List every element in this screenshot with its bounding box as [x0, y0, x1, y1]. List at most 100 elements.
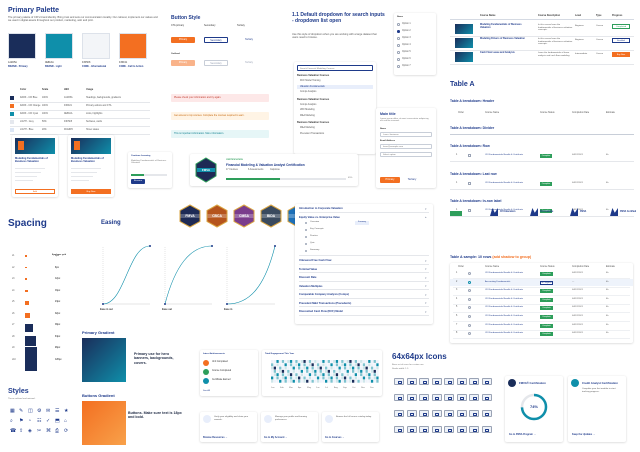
modal-primary-button[interactable]: Primary: [380, 177, 400, 183]
heatmap-cell: [289, 360, 293, 363]
cta-card-link[interactable]: Go to Courses →: [325, 436, 345, 439]
radio-button[interactable]: [397, 23, 400, 26]
table-a-course-name[interactable]: CFI Fundamentals Bundle & Certificate: [485, 182, 535, 185]
accordion-item[interactable]: Valuation Multiples: [299, 285, 323, 288]
accordion-item[interactable]: Comparable Company Analysis (Comps): [299, 293, 349, 296]
course-tile[interactable]: Modeling Fundamentals of Business Valuat…: [12, 135, 58, 197]
style-button-tertiary[interactable]: Tertiary: [237, 37, 261, 43]
dropdown-item[interactable]: Comps Analysis: [297, 103, 373, 108]
sample-course-name[interactable]: CFI Fundamentals Bundle & Certificate: [485, 332, 537, 335]
heatmap-cell: [362, 379, 366, 383]
course-status-badge[interactable]: Buy Now: [612, 52, 630, 57]
dropdown-search-placeholder: Search Financial Modeling Courses: [300, 67, 335, 70]
course-name[interactable]: Modeling Fundamentals of Business Valuat…: [480, 23, 532, 30]
accordion-item[interactable]: Discounted Cash Flow (DCF) Model: [299, 310, 343, 313]
course-name[interactable]: Cash Flow Lease and Analysis: [480, 51, 532, 55]
dropdown-item[interactable]: M&A Modeling: [297, 114, 373, 119]
accordion-sub-item[interactable]: Key Concepts: [310, 228, 324, 230]
accordion-sub-item[interactable]: Overview: [310, 221, 319, 223]
sample-course-name[interactable]: CFI Fundamentals Bundle & Certificate: [485, 315, 537, 318]
style-button-primary[interactable]: Primary: [171, 37, 195, 43]
course-status-badge[interactable]: Completed: [612, 24, 630, 29]
course-tile-button[interactable]: Buy Now: [71, 189, 111, 194]
course-status-badge[interactable]: Enrolled: [612, 38, 630, 43]
outline-icon-glyph: [460, 396, 464, 400]
accordion-item[interactable]: Unlevered Free Cash Flow: [299, 259, 331, 262]
dropdown-item[interactable]: Comps Analysis: [297, 90, 373, 95]
chevron-down-icon[interactable]: ▾: [425, 293, 427, 297]
chevron-down-icon[interactable]: ▾: [425, 259, 427, 263]
dropdown-search-input[interactable]: Search Financial Modeling Courses: [297, 65, 373, 71]
style-button-secondary[interactable]: Secondary: [204, 37, 228, 43]
accordion-item[interactable]: Introduction to Corporate Valuation: [299, 207, 343, 210]
table-a-course-name[interactable]: CFI Fundamentals Bundle & Certificate: [485, 154, 535, 157]
chevron-down-icon[interactable]: ▾: [425, 301, 427, 305]
certification-card[interactable]: Credit Analyst Certification Complete you…: [568, 376, 626, 442]
heatmap-cell: [325, 376, 328, 380]
cert-card[interactable]: FMVA CERTIFICATION Financial Modeling & …: [190, 154, 358, 186]
style-button-tertiary[interactable]: Tertiary: [237, 60, 261, 66]
style-button-primary[interactable]: Primary: [171, 60, 195, 66]
sample-course-name[interactable]: CFI Fundamentals Bundle & Certificate: [485, 306, 537, 309]
resume-button[interactable]: Resume: [131, 179, 145, 184]
certification-card[interactable]: FMVA® Certification 74% Go to FMVA Progra…: [505, 376, 563, 442]
course-tile[interactable]: Modeling Fundamentals of Business Valuat…: [68, 135, 114, 197]
sample-course-name[interactable]: CFI Fundamentals Bundle & Certificate: [485, 289, 537, 292]
radio-button[interactable]: [397, 65, 400, 68]
cta-card[interactable]: Browse the full course catalog today. Go …: [322, 412, 379, 442]
achievements-see-all[interactable]: See All: [203, 390, 210, 392]
heatmap-cell: [360, 376, 363, 380]
modal-secondary-button[interactable]: Tertiary: [402, 177, 422, 183]
dropdown-item[interactable]: Valuation Fundamentals: [297, 84, 373, 89]
accordion-sub-item[interactable]: Practice: [310, 235, 318, 237]
chevron-down-icon[interactable]: ▾: [425, 284, 427, 288]
dropdown-item[interactable]: M&A Modeling: [297, 126, 373, 131]
accordion-item[interactable]: Terminal Value: [299, 268, 317, 271]
email-field[interactable]: laura@example.com: [380, 144, 432, 149]
heatmap-cell: [365, 360, 368, 363]
cta-card-link[interactable]: Go to My Account →: [264, 436, 287, 439]
sample-course-name[interactable]: CFI Fundamentals Bundle & Certificate: [485, 272, 537, 275]
sample-course-name[interactable]: CFI Fundamentals Bundle & Certificate: [485, 298, 537, 301]
chevron-down-icon[interactable]: ▾: [425, 267, 427, 271]
style-button-secondary[interactable]: Secondary: [204, 60, 228, 66]
radio-button[interactable]: [397, 58, 400, 61]
course-tile-button[interactable]: Add: [15, 189, 55, 194]
certification-link[interactable]: Keep the Updates →: [572, 433, 595, 436]
continue-learning-card[interactable]: Continue Learning Modeling Fundamentals …: [128, 152, 172, 188]
alert-banner: Please check your information and try ag…: [171, 94, 269, 102]
radio-button[interactable]: [397, 30, 400, 33]
cta-card[interactable]: Verify your eligibility and claim your r…: [200, 412, 257, 442]
accordion-item[interactable]: Precedent M&A Transactions (Precedents): [299, 302, 351, 305]
cta-card[interactable]: Manage your profile and learning prefere…: [261, 412, 318, 442]
swatch-code: 1A2D5A: [8, 61, 17, 64]
sample-order: 4: [456, 297, 458, 300]
select-field[interactable]: Select option: [380, 152, 432, 157]
dropdown-item[interactable]: LBO Modeling: [297, 108, 373, 113]
accordion-item[interactable]: Discount Rate: [299, 276, 316, 279]
chevron-down-icon[interactable]: ▴: [425, 215, 427, 219]
dropdown-item[interactable]: Precedent Transactions: [297, 132, 373, 137]
heatmap-cell: [276, 360, 279, 363]
radio-button[interactable]: [397, 37, 400, 40]
outlined-heading: Outlined: [171, 53, 180, 55]
chevron-down-icon[interactable]: ▾: [425, 310, 427, 314]
cta-card-link[interactable]: Browse Resources →: [203, 436, 228, 439]
sample-course-name[interactable]: Accounting Fundamentals: [485, 281, 537, 284]
heatmap-cell: [319, 366, 322, 370]
sample-course-name[interactable]: CFI Fundamentals Bundle & Certificate: [485, 324, 537, 327]
chevron-down-icon[interactable]: ▾: [425, 207, 427, 211]
primary-gradient-note: Primary use for hero banners, background…: [134, 352, 174, 365]
name-field[interactable]: Laura Jamieson: [380, 132, 432, 137]
table-a-row-icon: [468, 182, 471, 185]
course-name[interactable]: Modeling Drivers of Business Valuation: [480, 37, 532, 41]
certification-link[interactable]: Go to FMVA Program →: [509, 433, 536, 436]
accordion-sub-item[interactable]: Summary: [310, 249, 319, 251]
accordion-item[interactable]: Equity Value vs. Enterprise Value: [299, 216, 340, 219]
radio-button[interactable]: [397, 44, 400, 47]
radio-button[interactable]: [397, 51, 400, 54]
dropdown-item[interactable]: DCF Model Training: [297, 79, 373, 84]
accordion-sub-item[interactable]: Quiz: [310, 242, 315, 244]
chevron-down-icon[interactable]: ▾: [425, 276, 427, 280]
style-icon: ⬒: [55, 418, 60, 424]
